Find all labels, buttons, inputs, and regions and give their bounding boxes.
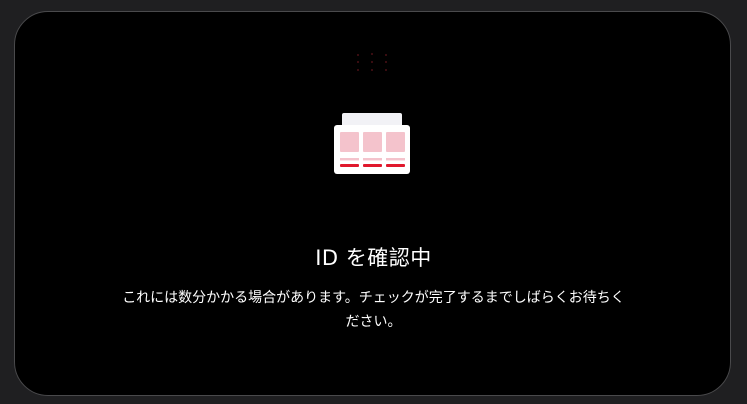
id-card-icon — [334, 113, 410, 174]
loading-dots-icon — [356, 53, 388, 73]
dialog-title: ID を確認中 — [315, 246, 432, 270]
dialog-description: これには数分かかる場合があります。チェックが完了するまでしばらくお待ちください。 — [122, 290, 625, 330]
